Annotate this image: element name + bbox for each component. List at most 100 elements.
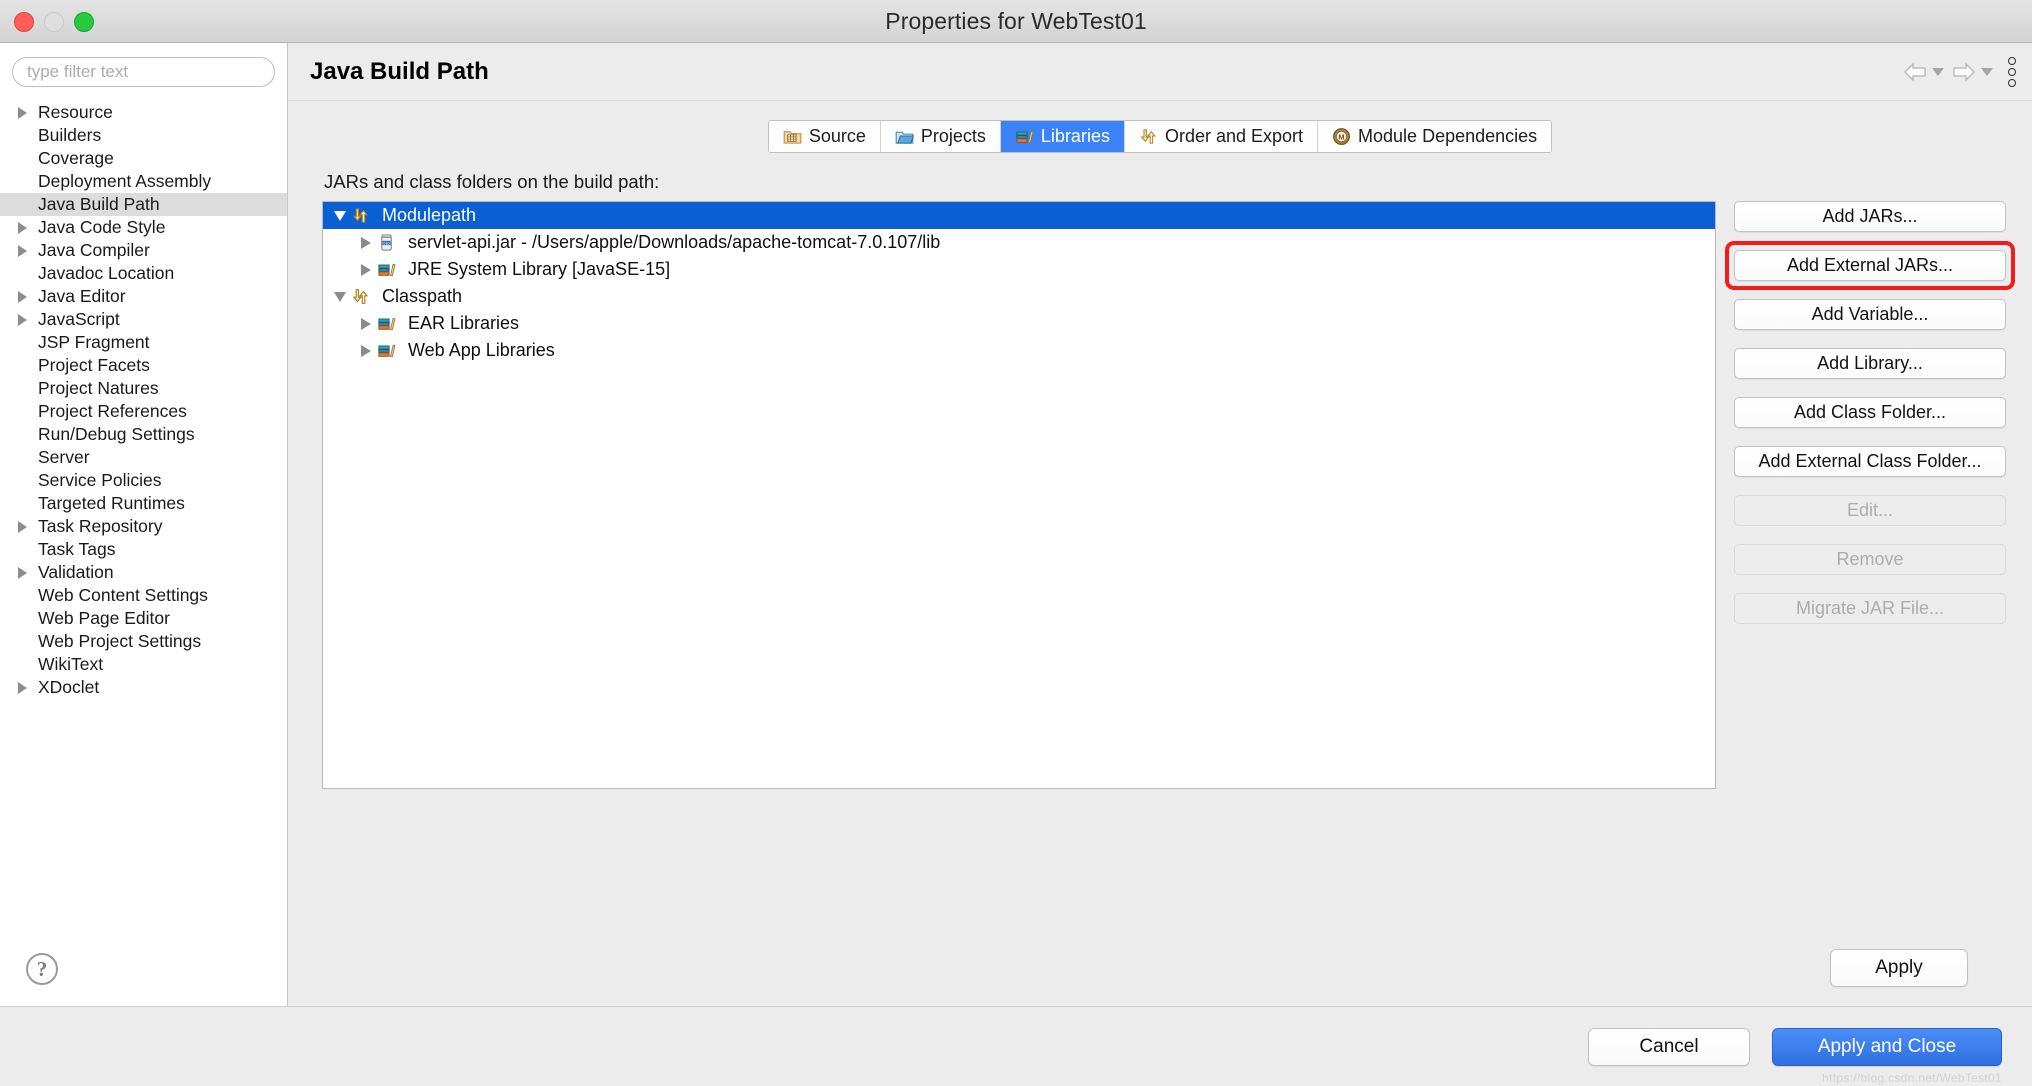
add-external-jars-button[interactable]: Add External JARs... bbox=[1734, 250, 2006, 281]
side-button-column: Add JARs... Add External JARs... Add Varia… bbox=[1725, 201, 2015, 930]
expand-triangle-icon[interactable] bbox=[18, 245, 35, 257]
add-class-folder-button[interactable]: Add Class Folder... bbox=[1734, 397, 2006, 428]
tab-projects[interactable]: Projects bbox=[880, 121, 1001, 152]
title-bar: Properties for WebTest01 bbox=[0, 0, 2032, 43]
jar-list-row-label: Modulepath bbox=[382, 205, 477, 225]
sidebar-item-run-debug-settings[interactable]: Run/Debug Settings bbox=[0, 423, 287, 446]
expand-triangle-icon[interactable] bbox=[18, 567, 35, 579]
sidebar-item-server[interactable]: Server bbox=[0, 446, 287, 469]
forward-button[interactable] bbox=[1951, 61, 1993, 83]
sidebar-item-label: Server bbox=[38, 447, 90, 467]
expand-triangle-icon[interactable] bbox=[355, 237, 377, 249]
jar-list-row[interactable]: JRE System Library [JavaSE-15] bbox=[323, 256, 1715, 283]
sidebar-item-label: Java Code Style bbox=[38, 217, 166, 237]
sidebar-item-label: Validation bbox=[38, 562, 114, 582]
sidebar-item-javascript[interactable]: JavaScript bbox=[0, 308, 287, 331]
svg-text:010: 010 bbox=[383, 241, 389, 245]
tab-label: Projects bbox=[920, 126, 986, 146]
jar-list-row[interactable]: 010 servlet-api.jar - /Users/apple/Downlo… bbox=[323, 229, 1715, 256]
tab-libraries[interactable]: Libraries bbox=[1000, 121, 1125, 152]
filter-input[interactable] bbox=[12, 57, 275, 87]
back-dropdown-chevron-down-icon[interactable] bbox=[1932, 67, 1944, 76]
sidebar-item-java-editor[interactable]: Java Editor bbox=[0, 285, 287, 308]
sidebar-item-java-build-path[interactable]: Java Build Path bbox=[0, 193, 287, 216]
close-window-button[interactable] bbox=[14, 11, 34, 32]
group-label: JARs and class folders on the build path… bbox=[324, 171, 660, 192]
tab-source[interactable]: Source bbox=[768, 121, 881, 152]
sidebar-item-label: Resource bbox=[38, 102, 113, 122]
sidebar-item-label: Run/Debug Settings bbox=[38, 424, 195, 444]
sidebar-item-task-tags[interactable]: Task Tags bbox=[0, 538, 287, 561]
back-button[interactable] bbox=[1902, 61, 1944, 83]
vertical-dots-menu-icon[interactable] bbox=[2008, 56, 2016, 87]
sidebar-item-xdoclet[interactable]: XDoclet bbox=[0, 676, 287, 699]
sidebar-item-project-references[interactable]: Project References bbox=[0, 400, 287, 423]
sidebar-item-project-natures[interactable]: Project Natures bbox=[0, 377, 287, 400]
side-button-slot: Migrate JAR File... bbox=[1734, 593, 2006, 624]
apply-and-close-button[interactable]: Apply and Close bbox=[1772, 1027, 2002, 1066]
sidebar-item-label: XDoclet bbox=[38, 677, 100, 697]
collapse-triangle-icon[interactable] bbox=[329, 211, 351, 221]
minimize-window-button[interactable] bbox=[44, 11, 64, 32]
collapse-triangle-icon[interactable] bbox=[329, 292, 351, 302]
jar-list-row[interactable]: Modulepath bbox=[323, 202, 1715, 229]
sidebar-item-label: Project References bbox=[38, 401, 187, 421]
sidebar-item-deployment-assembly[interactable]: Deployment Assembly bbox=[0, 170, 287, 193]
maximize-window-button[interactable] bbox=[74, 11, 94, 32]
jar-list-row[interactable]: EAR Libraries bbox=[323, 310, 1715, 337]
expand-triangle-icon[interactable] bbox=[18, 314, 35, 326]
add-jars-button[interactable]: Add JARs... bbox=[1734, 201, 2006, 232]
sidebar-item-java-code-style[interactable]: Java Code Style bbox=[0, 216, 287, 239]
sidebar-item-java-compiler[interactable]: Java Compiler bbox=[0, 239, 287, 262]
expand-triangle-icon[interactable] bbox=[355, 264, 377, 276]
jar-list-row-label: servlet-api.jar - /Users/apple/Downloads… bbox=[408, 232, 941, 252]
sidebar-item-coverage[interactable]: Coverage bbox=[0, 147, 287, 170]
jar-list-row[interactable]: Web App Libraries bbox=[323, 337, 1715, 364]
expand-triangle-icon[interactable] bbox=[18, 107, 35, 119]
sidebar-item-javadoc-location[interactable]: Javadoc Location bbox=[0, 262, 287, 285]
side-button-slot: Add JARs... bbox=[1734, 201, 2006, 232]
jar-list-row[interactable]: Classpath bbox=[323, 283, 1715, 310]
sidebar-item-targeted-runtimes[interactable]: Targeted Runtimes bbox=[0, 492, 287, 515]
classpath-arrows-icon bbox=[352, 289, 369, 304]
tab-order-and-export[interactable]: Order and Export bbox=[1124, 121, 1319, 152]
sidebar-item-wikitext[interactable]: WikiText bbox=[0, 653, 287, 676]
libraries-books-icon bbox=[1016, 130, 1034, 144]
expand-triangle-icon[interactable] bbox=[18, 291, 35, 303]
sidebar-item-project-facets[interactable]: Project Facets bbox=[0, 354, 287, 377]
help-icon[interactable]: ? bbox=[26, 953, 58, 985]
sidebar-item-resource[interactable]: Resource bbox=[0, 101, 287, 124]
add-external-class-folder-button[interactable]: Add External Class Folder... bbox=[1734, 446, 2006, 477]
sidebar-item-task-repository[interactable]: Task Repository bbox=[0, 515, 287, 538]
sidebar-item-label: Javadoc Location bbox=[38, 263, 175, 283]
forward-dropdown-chevron-down-icon[interactable] bbox=[1981, 67, 1993, 76]
side-button-slot: Add Variable... bbox=[1734, 299, 2006, 330]
jar-list-row-label: Classpath bbox=[382, 286, 463, 306]
sidebar-item-web-content-settings[interactable]: Web Content Settings bbox=[0, 584, 287, 607]
sidebar-item-validation[interactable]: Validation bbox=[0, 561, 287, 584]
expand-triangle-icon[interactable] bbox=[18, 682, 35, 694]
sidebar-item-label: Coverage bbox=[38, 148, 114, 168]
apply-button[interactable]: Apply bbox=[1830, 949, 1968, 987]
apply-row: Apply bbox=[310, 930, 2010, 1006]
expand-triangle-icon[interactable] bbox=[355, 345, 377, 357]
add-variable-button[interactable]: Add Variable... bbox=[1734, 299, 2006, 330]
sidebar-item-jsp-fragment[interactable]: JSP Fragment bbox=[0, 331, 287, 354]
sidebar-item-builders[interactable]: Builders bbox=[0, 124, 287, 147]
sidebar-item-web-project-settings[interactable]: Web Project Settings bbox=[0, 630, 287, 653]
sidebar-item-service-policies[interactable]: Service Policies bbox=[0, 469, 287, 492]
add-library-button[interactable]: Add Library... bbox=[1734, 348, 2006, 379]
back-arrow-icon bbox=[1904, 61, 1926, 82]
expand-triangle-icon[interactable] bbox=[355, 318, 377, 330]
jar-list-tree[interactable]: Modulepath 010 servlet-api.jar - /Users/ap… bbox=[322, 201, 1716, 789]
tab-module-dependencies[interactable]: M Module Dependencies bbox=[1318, 121, 1552, 152]
libraries-books-icon bbox=[378, 263, 396, 277]
cancel-button[interactable]: Cancel bbox=[1588, 1027, 1750, 1066]
tab-label: Order and Export bbox=[1164, 126, 1304, 146]
sidebar-item-label: JSP Fragment bbox=[38, 332, 150, 352]
expand-triangle-icon[interactable] bbox=[18, 521, 35, 533]
modulepath-arrows-icon bbox=[352, 208, 369, 223]
side-button-slot: Edit... bbox=[1734, 495, 2006, 526]
expand-triangle-icon[interactable] bbox=[18, 222, 35, 234]
sidebar-item-web-page-editor[interactable]: Web Page Editor bbox=[0, 607, 287, 630]
